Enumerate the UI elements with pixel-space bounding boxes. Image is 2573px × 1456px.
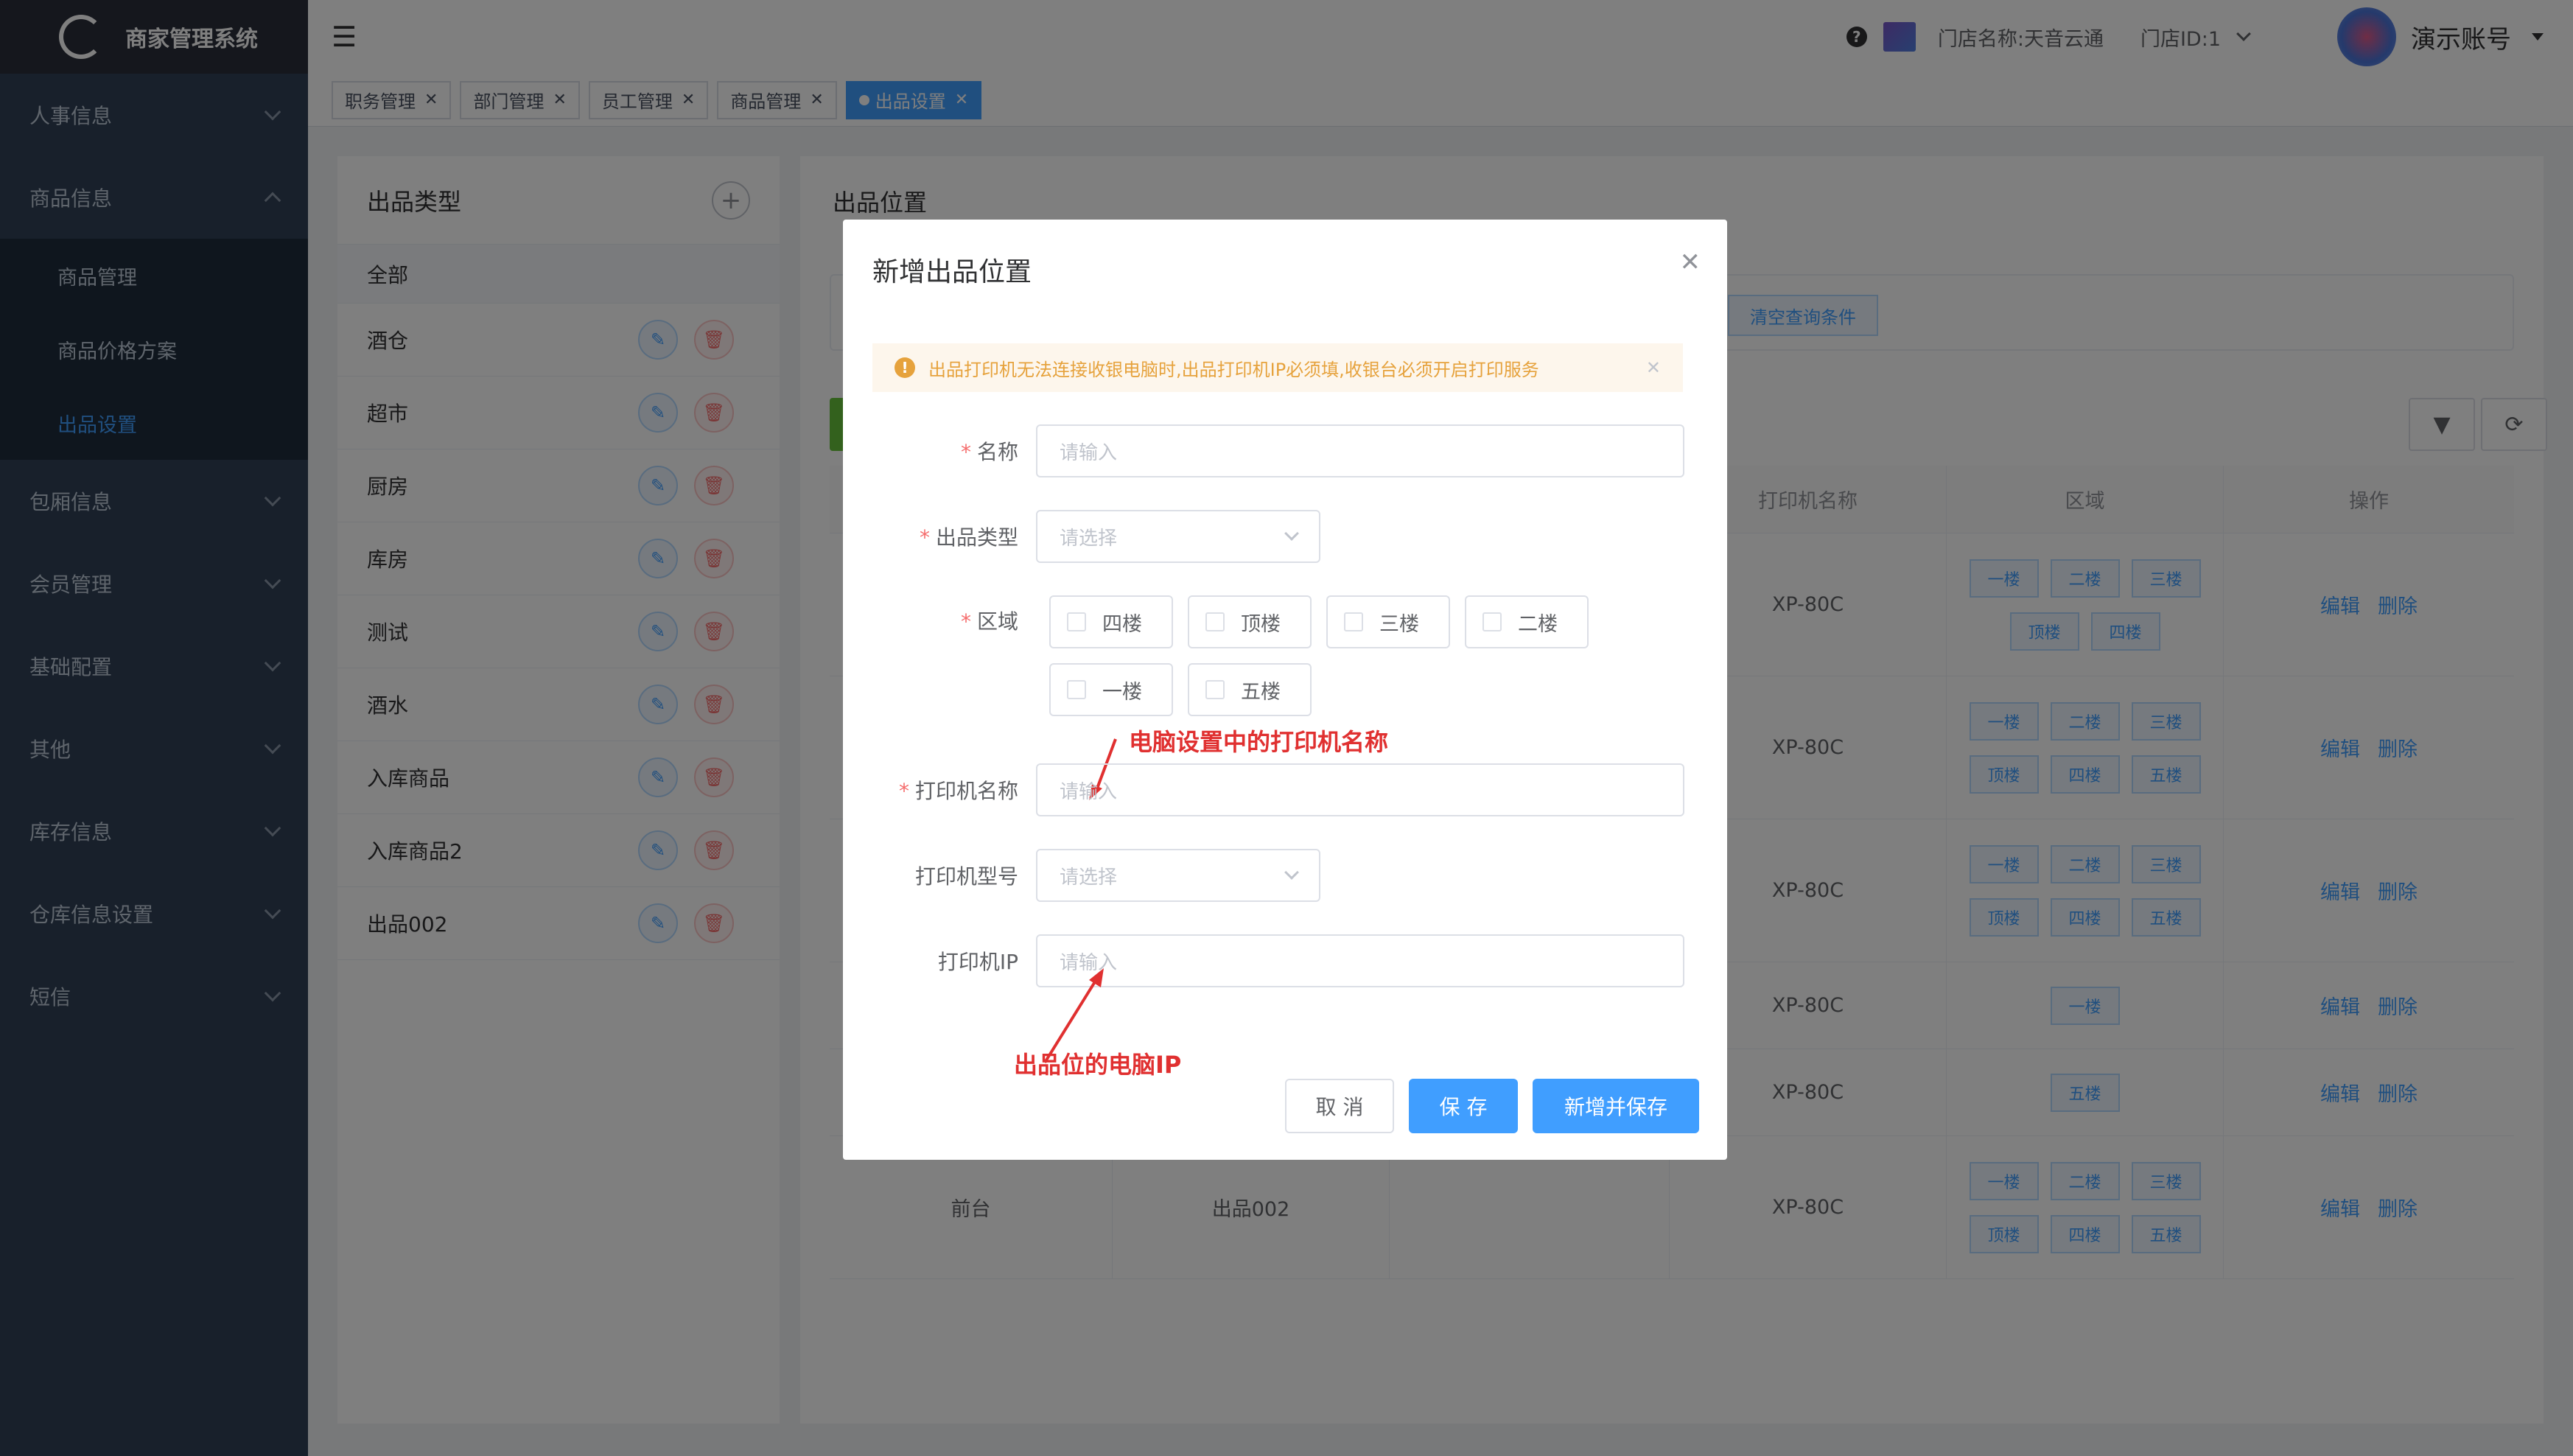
save-button[interactable]: 保 存 — [1409, 1079, 1518, 1133]
printer-model-label: 打印机型号 — [914, 864, 1018, 889]
checkbox-icon — [1067, 612, 1086, 631]
close-icon[interactable]: ✕ — [1680, 248, 1701, 277]
annotation-ip: 出品位的电脑IP — [1014, 1051, 1182, 1079]
form-row-area: * 区域 — [843, 595, 1036, 648]
area-checkbox[interactable]: 四楼 — [1049, 595, 1173, 648]
warning-alert: ! 出品打印机无法连接收银电脑时,出品打印机IP必须填,收银台必须开启打印服务 … — [872, 343, 1683, 392]
type-label: * 出品类型 — [919, 525, 1018, 550]
add-and-save-button[interactable]: 新增并保存 — [1533, 1079, 1699, 1133]
checkbox-label: 五楼 — [1241, 680, 1281, 704]
checkbox-label: 顶楼 — [1241, 612, 1281, 636]
alert-text: 出品打印机无法连接收银电脑时,出品打印机IP必须填,收银台必须开启打印服务 — [928, 359, 1539, 380]
checkbox-label: 四楼 — [1102, 612, 1142, 636]
add-location-dialog: 新增出品位置 ✕ ! 出品打印机无法连接收银电脑时,出品打印机IP必须填,收银台… — [843, 220, 1727, 1160]
checkbox-label: 一楼 — [1102, 680, 1142, 704]
area-checkbox[interactable]: 三楼 — [1326, 595, 1450, 648]
area-checkbox[interactable]: 顶楼 — [1188, 595, 1312, 648]
area-label: * 区域 — [960, 609, 1018, 634]
checkbox-icon — [1205, 612, 1225, 631]
warning-icon: ! — [895, 357, 915, 378]
form-row-type: * 出品类型 请选择 — [843, 510, 1320, 563]
cancel-button[interactable]: 取 消 — [1285, 1079, 1394, 1133]
printer-name-label: * 打印机名称 — [898, 779, 1018, 803]
name-input[interactable]: 请输入 — [1036, 424, 1684, 477]
chevron-down-icon — [1284, 526, 1299, 541]
checkbox-icon — [1067, 680, 1086, 699]
alert-close-icon[interactable]: ✕ — [1646, 357, 1661, 378]
printer-ip-label: 打印机IP — [937, 950, 1018, 974]
annotation-printer-name: 电脑设置中的打印机名称 — [1129, 728, 1389, 756]
select-placeholder: 请选择 — [1060, 527, 1118, 550]
checkbox-icon — [1344, 612, 1363, 631]
checkbox-icon — [1205, 680, 1225, 699]
area-checkbox[interactable]: 一楼 — [1049, 663, 1173, 716]
form-row-name: * 名称 请输入 — [843, 424, 1684, 477]
form-row-printer-name: * 打印机名称 请输入 — [843, 763, 1684, 816]
form-row-printer-ip: 打印机IP 请输入 — [843, 934, 1684, 987]
printer-name-input[interactable]: 请输入 — [1036, 763, 1684, 816]
printer-ip-input[interactable]: 请输入 — [1036, 934, 1684, 987]
type-select[interactable]: 请选择 — [1036, 510, 1320, 563]
area-checkbox[interactable]: 二楼 — [1465, 595, 1589, 648]
dialog-title: 新增出品位置 — [872, 257, 1032, 287]
name-label: * 名称 — [960, 440, 1018, 464]
select-placeholder: 请选择 — [1060, 866, 1118, 889]
form-row-printer-model: 打印机型号 请选择 — [843, 849, 1320, 902]
printer-model-select[interactable]: 请选择 — [1036, 849, 1320, 902]
checkbox-label: 三楼 — [1379, 612, 1419, 636]
checkbox-label: 二楼 — [1518, 612, 1558, 636]
checkbox-icon — [1482, 612, 1502, 631]
area-checkbox-group: 四楼 顶楼 三楼 二楼 一楼 五楼 — [1049, 595, 1609, 731]
area-checkbox[interactable]: 五楼 — [1188, 663, 1312, 716]
chevron-down-icon — [1284, 865, 1299, 880]
